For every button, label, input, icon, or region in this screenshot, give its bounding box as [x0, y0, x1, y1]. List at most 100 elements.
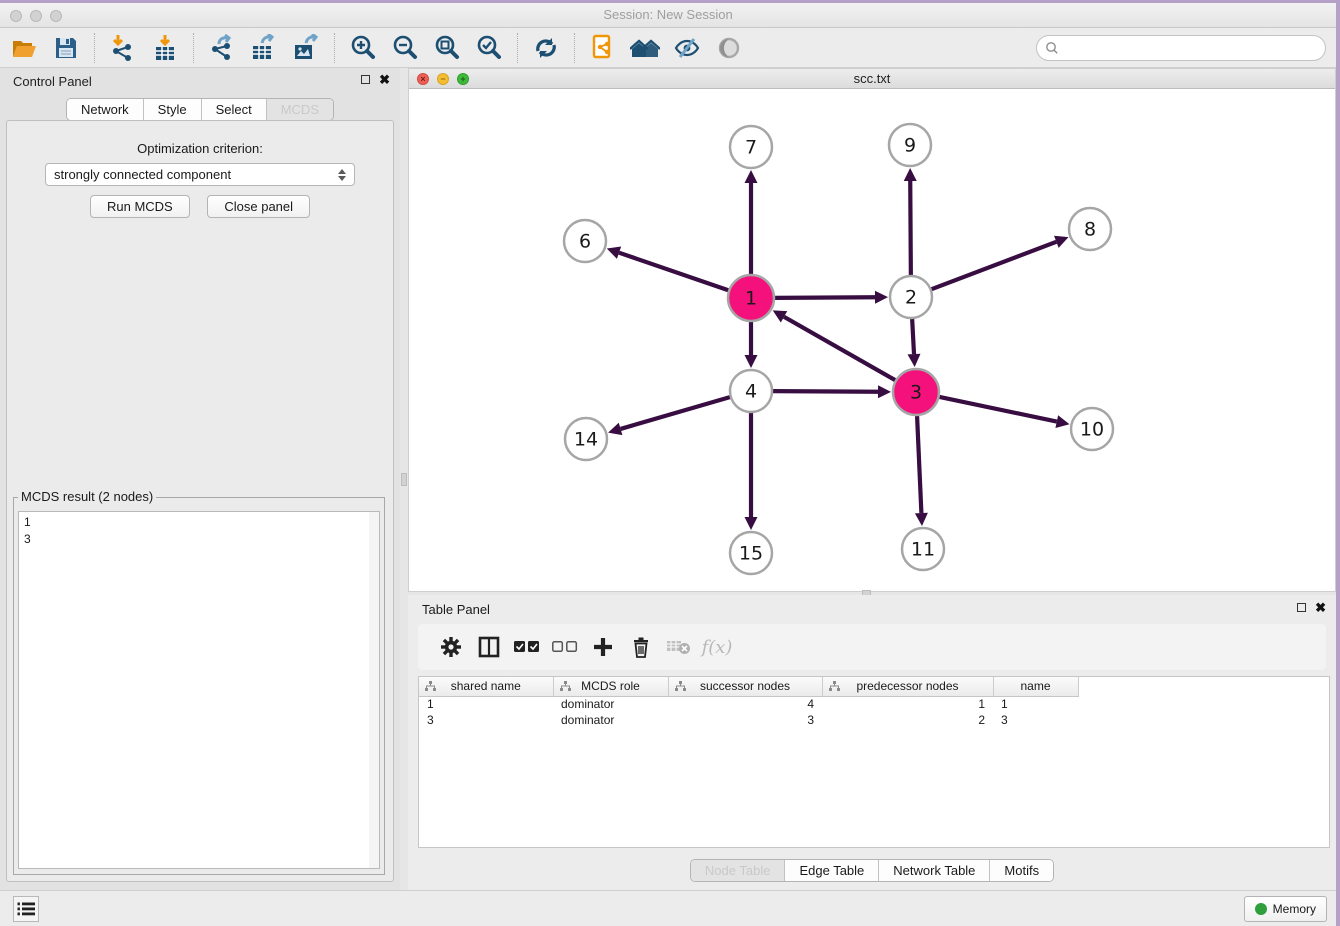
table-cell[interactable]: 1 — [993, 696, 1078, 712]
show-details-icon[interactable] — [711, 32, 747, 64]
main-toolbar — [0, 28, 1336, 68]
table-cell[interactable]: 3 — [993, 712, 1078, 728]
table-row[interactable]: 1dominator411 — [419, 696, 1078, 712]
import-network-icon[interactable] — [105, 32, 141, 64]
graph-edge-4-14[interactable] — [621, 397, 730, 429]
memory-button[interactable]: Memory — [1244, 896, 1327, 922]
mcds-result-text[interactable]: 13 — [18, 511, 380, 869]
graph-edge-3-10[interactable] — [939, 397, 1056, 422]
column-header-shared-name[interactable]: shared name — [419, 677, 553, 696]
node-label-11: 11 — [911, 539, 935, 561]
export-image-icon[interactable] — [288, 32, 324, 64]
list-icon — [17, 901, 35, 917]
vertical-splitter[interactable] — [400, 68, 408, 890]
zoom-fit-icon[interactable] — [429, 32, 465, 64]
show-columns-icon[interactable] — [470, 630, 508, 664]
apply-layout-icon[interactable] — [528, 32, 564, 64]
close-panel-icon[interactable]: ✖ — [1315, 602, 1326, 613]
tab-mcds[interactable]: MCDS — [266, 99, 333, 120]
network-from-selection-icon[interactable] — [585, 32, 621, 64]
bottom-tab-motifs[interactable]: Motifs — [989, 860, 1053, 881]
graph-edge-3-11[interactable] — [917, 416, 921, 513]
result-scrollbar[interactable] — [369, 512, 379, 868]
network-canvas[interactable]: 7968124314101511 — [409, 89, 1335, 591]
toolbar-separator — [94, 33, 95, 63]
task-history-button[interactable] — [13, 896, 39, 922]
desktop: Session: New Session — [0, 0, 1340, 926]
column-header-predecessor-nodes[interactable]: predecessor nodes — [822, 677, 993, 696]
search-icon — [1045, 41, 1059, 55]
table-cell[interactable]: dominator — [553, 696, 668, 712]
table-toolbar: f(x) — [418, 624, 1326, 670]
toolbar-separator — [193, 33, 194, 63]
table-cell[interactable]: 3 — [668, 712, 822, 728]
import-table-icon[interactable] — [147, 32, 183, 64]
search-input[interactable] — [1064, 38, 1325, 58]
table-cell[interactable]: 1 — [822, 696, 993, 712]
tab-network[interactable]: Network — [67, 99, 143, 120]
add-column-icon[interactable] — [584, 630, 622, 664]
table-row[interactable]: 3dominator323 — [419, 712, 1078, 728]
bottom-tab-edge-table[interactable]: Edge Table — [784, 860, 878, 881]
zoom-in-icon[interactable] — [345, 32, 381, 64]
node-label-7: 7 — [745, 137, 757, 159]
network-view-frame: × − + scc.txt 7968124314101511 — [408, 68, 1336, 592]
graph-edge-1-6[interactable] — [619, 253, 728, 291]
node-label-4: 4 — [745, 381, 757, 403]
mcds-result-title: MCDS result (2 nodes) — [18, 489, 156, 504]
edge-arrowhead — [745, 517, 758, 530]
app-titlebar[interactable]: Session: New Session — [0, 3, 1336, 28]
column-header-successor-nodes[interactable]: successor nodes — [668, 677, 822, 696]
save-session-icon[interactable] — [48, 32, 84, 64]
first-neighbors-icon[interactable] — [627, 32, 663, 64]
splitter-grip[interactable] — [401, 473, 407, 486]
search-box[interactable] — [1036, 35, 1326, 61]
graph-edge-2-3[interactable] — [912, 319, 914, 354]
mcds-result-group: MCDS result (2 nodes) 13 — [13, 497, 385, 875]
network-frame-titlebar[interactable]: × − + scc.txt — [409, 69, 1335, 89]
float-panel-icon[interactable] — [361, 75, 370, 84]
function-builder-icon[interactable]: f(x) — [698, 630, 736, 664]
table-cell[interactable]: dominator — [553, 712, 668, 728]
float-panel-icon[interactable] — [1297, 603, 1306, 612]
edge-arrowhead — [745, 355, 758, 368]
table-cell[interactable]: 4 — [668, 696, 822, 712]
tab-select[interactable]: Select — [201, 99, 266, 120]
criterion-select[interactable]: strongly connected component — [45, 163, 355, 186]
result-line: 1 — [24, 514, 374, 531]
node-label-8: 8 — [1084, 219, 1096, 241]
table-cell[interactable]: 2 — [822, 712, 993, 728]
control-tabs: NetworkStyleSelectMCDS — [66, 98, 334, 121]
edge-arrowhead — [607, 247, 621, 259]
select-all-columns-icon[interactable] — [508, 630, 546, 664]
hide-details-icon[interactable] — [669, 32, 705, 64]
graph-edge-3-1[interactable] — [784, 317, 895, 380]
edge-arrowhead — [915, 513, 928, 526]
open-session-icon[interactable] — [6, 32, 42, 64]
column-header-name[interactable]: name — [993, 677, 1078, 696]
graph-edge-2-8[interactable] — [932, 242, 1057, 289]
criterion-value: strongly connected component — [54, 167, 338, 182]
table-cell[interactable]: 1 — [419, 696, 553, 712]
table-cell[interactable]: 3 — [419, 712, 553, 728]
bottom-tab-node-table[interactable]: Node Table — [691, 860, 785, 881]
graph-edge-2-9[interactable] — [910, 181, 911, 275]
status-bar: Memory — [0, 890, 1336, 926]
graph-edge-4-3[interactable] — [773, 391, 878, 392]
run-mcds-button[interactable]: Run MCDS — [90, 195, 190, 218]
delete-table-icon[interactable] — [660, 630, 698, 664]
zoom-selected-icon[interactable] — [471, 32, 507, 64]
settings-gear-icon[interactable] — [432, 630, 470, 664]
unselect-all-columns-icon[interactable] — [546, 630, 584, 664]
close-panel-icon[interactable]: ✖ — [379, 74, 390, 85]
delete-column-icon[interactable] — [622, 630, 660, 664]
zoom-out-icon[interactable] — [387, 32, 423, 64]
close-panel-button[interactable]: Close panel — [207, 195, 310, 218]
edge-arrowhead — [1055, 415, 1069, 428]
graph-edge-1-2[interactable] — [775, 297, 875, 298]
export-table-icon[interactable] — [246, 32, 282, 64]
tab-style[interactable]: Style — [143, 99, 201, 120]
export-network-icon[interactable] — [204, 32, 240, 64]
bottom-tab-network-table[interactable]: Network Table — [878, 860, 989, 881]
column-header-MCDS-role[interactable]: MCDS role — [553, 677, 668, 696]
